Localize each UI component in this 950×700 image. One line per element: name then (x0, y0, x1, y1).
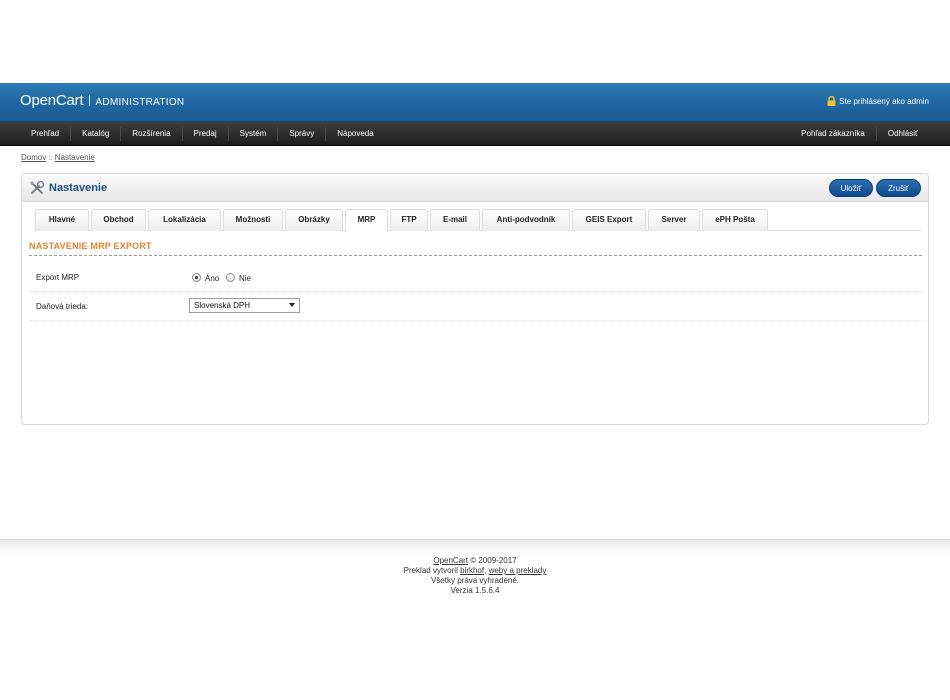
tax-class-row: Daňová trieda: Slovenská DPH (29, 292, 922, 321)
tax-class-select[interactable]: Slovenská DPH (189, 298, 300, 313)
tab-images[interactable]: Obrázky (285, 209, 343, 231)
settings-tools-icon (29, 180, 45, 196)
menu-item-reports[interactable]: Správy (277, 127, 325, 141)
footer-rights: Všetky práva vyhradené. (430, 576, 520, 585)
tab-mrp[interactable]: MRP (345, 209, 388, 232)
export-mrp-row: Export MRP Áno Nie (29, 262, 922, 292)
export-no-radio[interactable] (226, 273, 235, 282)
footer-translation-link[interactable]: weby a preklady (489, 566, 547, 575)
main-menu: Prehľad Katalóg Rozšírenia Predaj Systém… (0, 122, 950, 146)
logo-divider (89, 95, 91, 106)
tax-class-value: Slovenská DPH (194, 301, 251, 310)
lock-icon (827, 95, 836, 106)
menu-item-logout[interactable]: Odhlásiť (875, 127, 929, 141)
tab-email[interactable]: E-mail (430, 209, 480, 231)
footer-opencart-link[interactable]: OpenCart (433, 556, 468, 565)
menu-item-extensions[interactable]: Rozšírenia (120, 127, 181, 141)
footer-version: Verzia 1.5.6.4 (450, 586, 500, 595)
login-text: Ste prihlásený ako admin (839, 97, 929, 106)
box-heading: Nastavenie Uložiť Zrušiť (22, 174, 928, 202)
tax-class-label: Daňová trieda: (36, 302, 89, 311)
tab-server[interactable]: Server (648, 209, 700, 231)
menu-item-catalog[interactable]: Katalóg (70, 127, 120, 141)
tab-geis-export[interactable]: GEIS Export (572, 209, 646, 231)
settings-tabs: Hlavné Obchod Lokalizácia Možnosti Obráz… (35, 209, 922, 232)
footer: OpenCart © 2009-2017 Preklad vytvoril bi… (0, 539, 950, 700)
tab-localization[interactable]: Lokalizácia (148, 209, 221, 231)
tab-general[interactable]: Hlavné (35, 209, 89, 231)
login-status: Ste prihlásený ako admin (827, 95, 929, 106)
footer-copyright: © 2009-2017 (470, 556, 517, 565)
section-title: NASTAVENIE MRP EXPORT (29, 241, 152, 251)
tab-options[interactable]: Možnosti (223, 209, 283, 231)
tab-ftp[interactable]: FTP (390, 209, 428, 231)
header-bar: OpenCart ADMINISTRATION Ste prihlásený ak… (0, 83, 950, 122)
section-divider (29, 255, 922, 256)
menu-item-sales[interactable]: Predaj (181, 127, 228, 141)
footer-translation-line: Preklad vytvoril birkhof, weby a preklad… (403, 566, 547, 575)
export-yes-radio[interactable] (192, 273, 201, 282)
save-button[interactable]: Uložiť (829, 179, 873, 197)
footer-copyright-line: OpenCart © 2009-2017 (0, 556, 950, 566)
breadcrumb: Domov:: Nastavenie (21, 153, 95, 162)
dropdown-arrow-icon (289, 303, 295, 307)
settings-box: Nastavenie Uložiť Zrušiť Hlavné Obchod L… (21, 173, 929, 425)
menu-item-help[interactable]: Nápoveda (325, 127, 384, 141)
menu-item-dashboard[interactable]: Prehľad (21, 127, 70, 141)
breadcrumb-current-link[interactable]: Nastavenie (55, 153, 95, 162)
menu-item-system[interactable]: Systém (227, 127, 278, 141)
breadcrumb-separator: :: (48, 153, 53, 162)
export-no-label: Nie (239, 274, 252, 283)
page-title: Nastavenie (49, 182, 108, 194)
tab-eph-posta[interactable]: ePH Pošta (702, 209, 768, 231)
footer-translator-link[interactable]: birkhof (460, 566, 484, 575)
menu-item-storefront[interactable]: Pohľad zákazníka (790, 127, 876, 141)
admin-subtitle: ADMINISTRATION (95, 97, 185, 108)
footer-translation-prefix: Preklad vytvoril (403, 566, 458, 575)
export-yes-label: Áno (205, 274, 220, 283)
export-mrp-label: Export MRP (36, 273, 80, 282)
tab-store[interactable]: Obchod (91, 209, 146, 231)
breadcrumb-home-link[interactable]: Domov (21, 153, 46, 162)
brand-name: OpenCart (20, 92, 84, 109)
logo[interactable]: OpenCart ADMINISTRATION (20, 92, 184, 109)
cancel-button[interactable]: Zrušiť (876, 179, 921, 197)
tab-fraud[interactable]: Anti-podvodník (482, 209, 570, 231)
